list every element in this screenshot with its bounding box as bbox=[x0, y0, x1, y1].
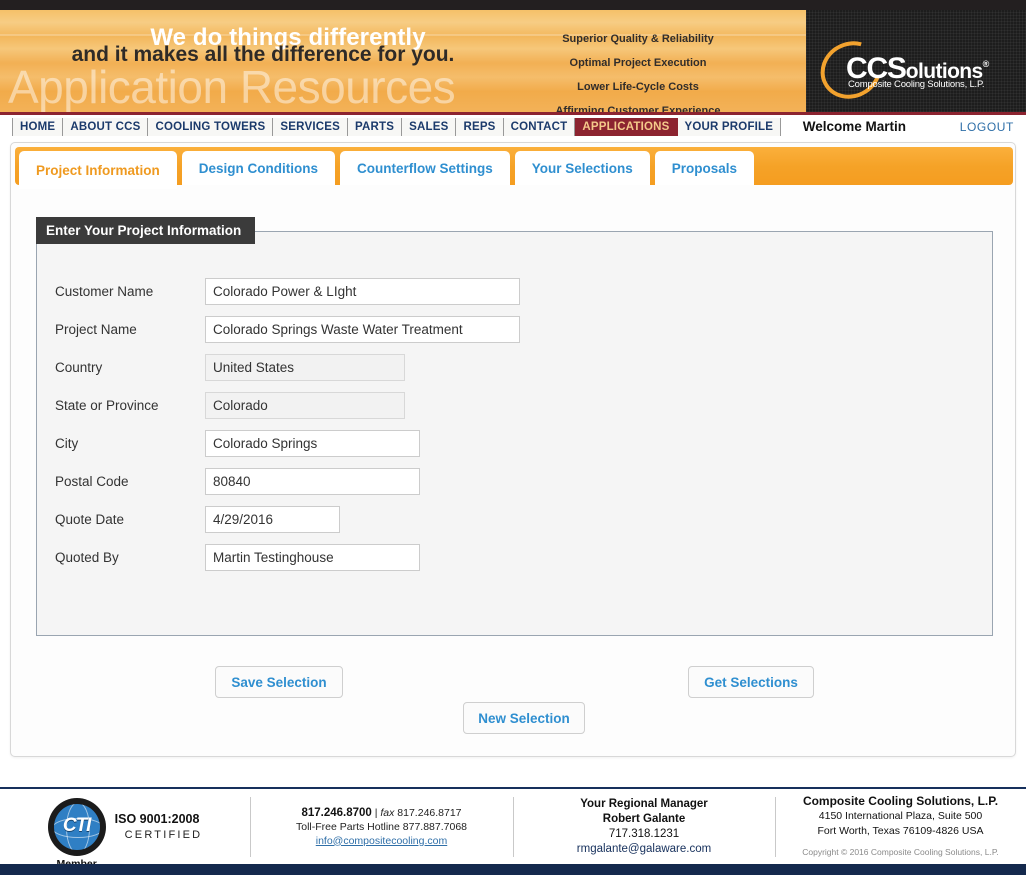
cti-certification: CTI Member ISO 9001:2008 CERTIFIED bbox=[47, 797, 203, 870]
label-project-name: Project Name bbox=[55, 321, 137, 337]
city-input[interactable] bbox=[205, 429, 420, 457]
quoted-by-input[interactable] bbox=[205, 543, 420, 571]
ccs-logo[interactable]: CCSolutions® Composite Cooling Solutions… bbox=[810, 30, 1016, 110]
company-address-line2: Fort Worth, Texas 76109-4826 USA bbox=[817, 825, 984, 837]
field-row-project-name: Project Name bbox=[47, 310, 977, 348]
label-city: City bbox=[55, 435, 79, 451]
nav-item-list: HOME ABOUT CCS COOLING TOWERS SERVICES P… bbox=[12, 118, 782, 136]
nav-item-home[interactable]: HOME bbox=[12, 118, 64, 136]
main-navigation: HOME ABOUT CCS COOLING TOWERS SERVICES P… bbox=[0, 112, 1026, 136]
label-customer-name: Customer Name bbox=[55, 283, 154, 299]
new-selection-button[interactable]: New Selection bbox=[463, 702, 585, 734]
country-input[interactable] bbox=[205, 353, 405, 381]
label-state-or-province: State or Province bbox=[55, 397, 159, 413]
project-name-input[interactable] bbox=[205, 315, 520, 343]
field-row-country: Country bbox=[47, 348, 977, 386]
tab-your-selections[interactable]: Your Selections bbox=[514, 151, 650, 185]
tab-strip: Project Information Design Conditions Co… bbox=[15, 147, 1013, 189]
nav-item-about-ccs[interactable]: ABOUT CCS bbox=[63, 118, 149, 136]
project-information-panel: Enter Your Project Information Customer … bbox=[36, 217, 993, 636]
iso-certification-text: ISO 9001:2008 CERTIFIED bbox=[115, 811, 203, 843]
banner-bullet-list: Superior Quality & Reliability Optimal P… bbox=[488, 30, 788, 112]
get-selections-button[interactable]: Get Selections bbox=[688, 666, 814, 698]
label-postal-code: Postal Code bbox=[55, 473, 129, 489]
banner-bullet-3: Affirming Customer Experience bbox=[555, 105, 721, 112]
content-shell: Project Information Design Conditions Co… bbox=[10, 142, 1016, 757]
panel-title: Enter Your Project Information bbox=[36, 217, 256, 244]
footer-manager-column: Your Regional Manager Robert Galante 717… bbox=[513, 789, 775, 864]
tab-proposals[interactable]: Proposals bbox=[654, 151, 755, 185]
copyright-notice: Copyright © 2016 Composite Cooling Solut… bbox=[802, 847, 999, 857]
nav-item-reps[interactable]: REPS bbox=[456, 118, 504, 136]
footer-manager-block: Your Regional Manager Robert Galante 717… bbox=[577, 797, 711, 857]
field-row-quoted-by: Quoted By bbox=[47, 538, 977, 576]
footer-company-column: Composite Cooling Solutions, L.P. 4150 I… bbox=[775, 789, 1026, 864]
footer-contact-column: 817.246.8700 | fax 817.246.8717 Toll-Fre… bbox=[250, 789, 513, 864]
nav-item-your-profile[interactable]: YOUR PROFILE bbox=[677, 118, 782, 136]
tab-list: Project Information Design Conditions Co… bbox=[19, 151, 755, 189]
manager-heading: Your Regional Manager bbox=[580, 797, 708, 810]
nav-item-parts[interactable]: PARTS bbox=[347, 118, 403, 136]
footer-company-block: Composite Cooling Solutions, L.P. 4150 I… bbox=[802, 794, 999, 859]
footer-columns: CTI Member ISO 9001:2008 CERTIFIED 817.2… bbox=[0, 789, 1026, 870]
nav-item-applications[interactable]: APPLICATIONS bbox=[575, 118, 678, 136]
site-banner: Application Resources We do things diffe… bbox=[0, 10, 1026, 112]
application-page: Application Resources We do things diffe… bbox=[0, 0, 1026, 875]
company-address-line1: 4150 International Plaza, Suite 500 bbox=[818, 810, 983, 822]
label-quoted-by: Quoted By bbox=[55, 549, 119, 565]
banner-bullet-2: Lower Life-Cycle Costs bbox=[577, 81, 699, 93]
footer-fax-label: fax bbox=[380, 806, 395, 819]
banner-section-title: Application Resources bbox=[8, 61, 456, 112]
postal-code-input[interactable] bbox=[205, 467, 420, 495]
label-quote-date: Quote Date bbox=[55, 511, 125, 527]
customer-name-input[interactable] bbox=[205, 277, 520, 305]
label-country: Country bbox=[55, 359, 103, 375]
banner-gradient-area: Application Resources We do things diffe… bbox=[0, 10, 806, 112]
nav-item-sales[interactable]: SALES bbox=[402, 118, 457, 136]
state-or-province-input[interactable] bbox=[205, 391, 405, 419]
field-row-state-or-province: State or Province bbox=[47, 386, 977, 424]
top-dark-strip bbox=[0, 0, 1026, 10]
manager-name: Robert Galante bbox=[602, 812, 686, 825]
manager-phone: 717.318.1231 bbox=[608, 827, 680, 840]
tab-design-conditions[interactable]: Design Conditions bbox=[181, 151, 336, 185]
iso-certified-label: CERTIFIED bbox=[124, 828, 203, 841]
footer-hotline: Toll-Free Parts Hotline 877.887.7068 bbox=[295, 820, 467, 833]
banner-bullet-0: Superior Quality & Reliability bbox=[562, 33, 714, 45]
nav-item-services[interactable]: SERVICES bbox=[273, 118, 348, 136]
field-row-city: City bbox=[47, 424, 977, 462]
logout-link[interactable]: LOGOUT bbox=[960, 120, 1014, 134]
footer-phone: 817.246.8700 bbox=[301, 806, 372, 819]
footer-email-link[interactable]: info@compositecooling.com bbox=[316, 835, 447, 847]
site-footer: CTI Member ISO 9001:2008 CERTIFIED 817.2… bbox=[0, 787, 1026, 875]
field-row-quote-date: Quote Date bbox=[47, 500, 977, 538]
tab-counterflow-settings[interactable]: Counterflow Settings bbox=[340, 151, 510, 185]
cti-letters: CTI bbox=[62, 814, 92, 836]
save-selection-button[interactable]: Save Selection bbox=[215, 666, 343, 698]
quote-date-input[interactable] bbox=[205, 505, 340, 533]
bottom-navy-strip bbox=[0, 864, 1026, 875]
project-information-form: Customer Name Project Name Country State… bbox=[47, 272, 977, 576]
footer-certification-column: CTI Member ISO 9001:2008 CERTIFIED bbox=[0, 789, 250, 870]
iso-standard: ISO 9001:2008 bbox=[114, 811, 200, 826]
manager-email-link[interactable]: rmgalante@galaware.com bbox=[577, 843, 711, 855]
banner-bullet-1: Optimal Project Execution bbox=[569, 57, 707, 69]
company-name: Composite Cooling Solutions, L.P. bbox=[802, 794, 999, 808]
nav-item-contact[interactable]: CONTACT bbox=[503, 118, 576, 136]
logo-registered-mark: ® bbox=[982, 59, 990, 69]
nav-item-cooling-towers[interactable]: COOLING TOWERS bbox=[148, 118, 274, 136]
footer-fax-number: 817.246.8717 bbox=[394, 806, 462, 819]
field-row-customer-name: Customer Name bbox=[47, 272, 977, 310]
cti-logo-icon: CTI Member bbox=[47, 797, 106, 870]
field-row-postal-code: Postal Code bbox=[47, 462, 977, 500]
welcome-message: Welcome Martin bbox=[802, 119, 906, 134]
footer-contact-block: 817.246.8700 | fax 817.246.8717 Toll-Fre… bbox=[296, 806, 467, 848]
logo-subtitle: Composite Cooling Solutions, L.P. bbox=[848, 79, 985, 90]
tab-project-information[interactable]: Project Information bbox=[19, 151, 177, 189]
banner-logo-area: CCSolutions® Composite Cooling Solutions… bbox=[806, 10, 1026, 112]
